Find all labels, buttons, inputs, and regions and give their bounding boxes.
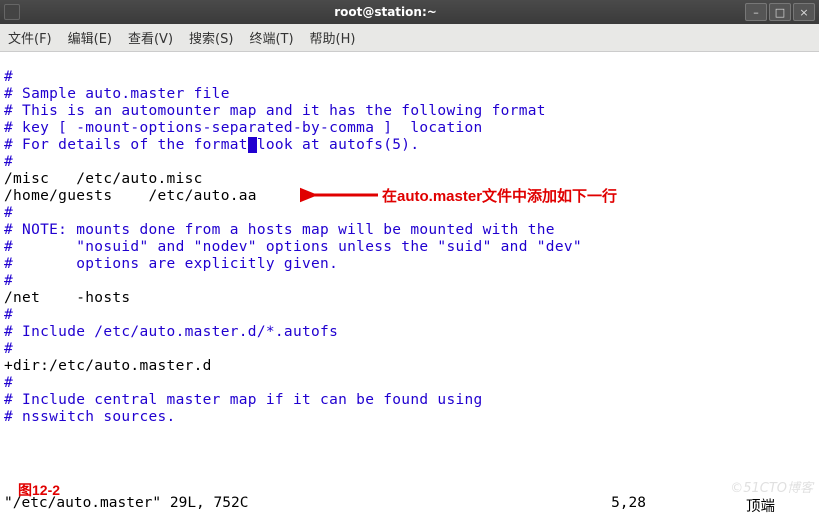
menu-file[interactable]: 文件(F)	[8, 28, 52, 47]
menu-search[interactable]: 搜索(S)	[189, 28, 233, 47]
menu-bar: 文件(F) 编辑(E) 查看(V) 搜索(S) 终端(T) 帮助(H)	[0, 24, 819, 52]
file-line: +dir:/etc/auto.master.d	[4, 358, 212, 374]
file-line: /net -hosts	[4, 290, 130, 306]
window-title: root@station:~	[26, 5, 745, 19]
maximize-button[interactable]: □	[769, 3, 791, 21]
file-line: # "nosuid" and "nodev" options unless th…	[4, 239, 582, 255]
file-line: # NOTE: mounts done from a hosts map wil…	[4, 222, 555, 238]
file-line: # For details of the format look at auto…	[4, 137, 419, 153]
file-line: # This is an automounter map and it has …	[4, 103, 546, 119]
file-line: #	[4, 69, 13, 85]
menu-help[interactable]: 帮助(H)	[310, 28, 356, 47]
file-line: /home/guests /etc/auto.aa	[4, 188, 257, 204]
file-line: # Include central master map if it can b…	[4, 392, 483, 408]
file-line: # key [ -mount-options-separated-by-comm…	[4, 120, 483, 136]
watermark: ©51CTO博客	[730, 477, 813, 496]
file-line: #	[4, 375, 13, 391]
status-position: 5,28	[611, 495, 646, 516]
minimize-button[interactable]: –	[745, 3, 767, 21]
file-line: # nsswitch sources.	[4, 409, 176, 425]
cursor	[248, 137, 257, 153]
vim-status-bar: "/etc/auto.master" 29L, 752C 5,28 顶端	[0, 495, 819, 518]
menu-view[interactable]: 查看(V)	[128, 28, 173, 47]
file-line: #	[4, 341, 13, 357]
file-line: #	[4, 154, 13, 170]
status-filename: "/etc/auto.master" 29L, 752C	[4, 495, 248, 516]
terminal-content[interactable]: # # Sample auto.master file # This is an…	[0, 52, 819, 518]
file-line: /misc /etc/auto.misc	[4, 171, 203, 187]
file-line: # Include /etc/auto.master.d/*.autofs	[4, 324, 338, 340]
file-line: # options are explicitly given.	[4, 256, 338, 272]
menu-terminal[interactable]: 终端(T)	[249, 28, 293, 47]
close-button[interactable]: ×	[793, 3, 815, 21]
status-scroll: 顶端	[746, 495, 775, 516]
file-line: # Sample auto.master file	[4, 86, 230, 102]
menu-edit[interactable]: 编辑(E)	[68, 28, 112, 47]
file-line: #	[4, 273, 13, 289]
file-line: #	[4, 205, 13, 221]
app-icon	[4, 4, 20, 20]
file-line: #	[4, 307, 13, 323]
window-titlebar: root@station:~ – □ ×	[0, 0, 819, 24]
window-controls: – □ ×	[745, 3, 815, 21]
